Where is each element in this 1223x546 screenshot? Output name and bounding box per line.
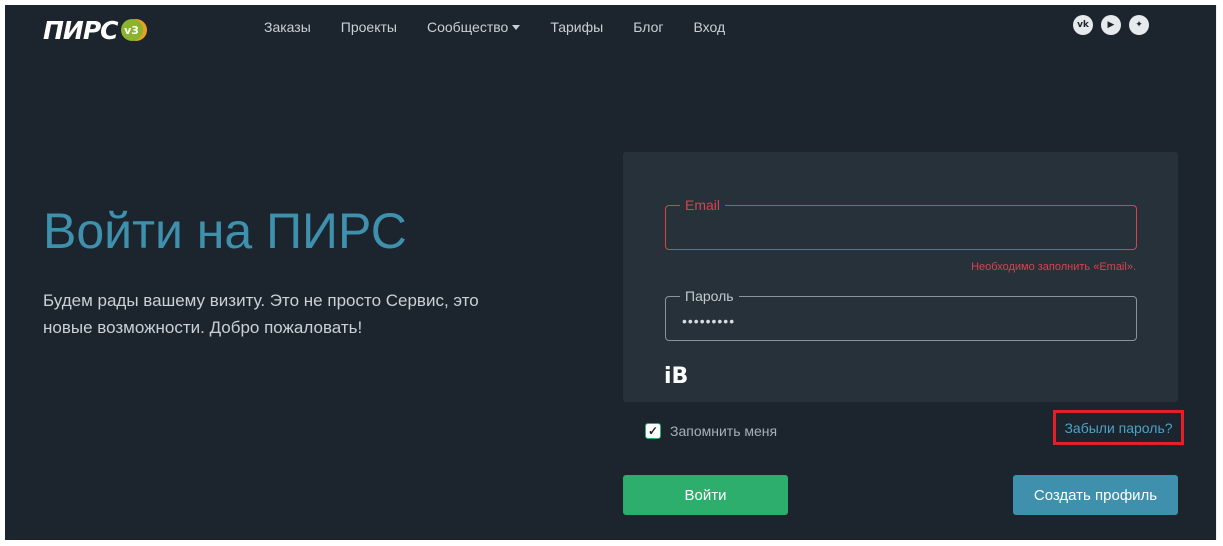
password-value: ••••••••• bbox=[682, 313, 736, 329]
remember-checkbox[interactable]: ✓ bbox=[645, 423, 661, 439]
vk-icon[interactable]: vk bbox=[1073, 15, 1093, 35]
page-title: Войти на ПИРС bbox=[43, 203, 407, 259]
site-logo[interactable]: ПИРС v3 bbox=[43, 15, 143, 45]
email-field[interactable]: Email bbox=[665, 197, 1137, 250]
zen-icon[interactable]: ✦ bbox=[1129, 15, 1149, 35]
chevron-down-icon bbox=[512, 24, 521, 30]
checkmark-icon: ✓ bbox=[647, 424, 659, 438]
version-badge-label: v3 bbox=[124, 23, 139, 37]
email-label: Email bbox=[680, 197, 726, 213]
create-profile-button[interactable]: Создать профиль bbox=[1013, 475, 1178, 515]
password-field[interactable]: Пароль ••••••••• bbox=[665, 288, 1137, 341]
nav-item-orders[interactable]: Заказы bbox=[264, 19, 311, 35]
captcha-logo: iB bbox=[664, 364, 689, 389]
remember-me[interactable]: ✓ Запомнить меня bbox=[645, 423, 777, 439]
logo-text: ПИРС bbox=[43, 15, 119, 45]
nav-item-blog[interactable]: Блог bbox=[633, 19, 663, 35]
password-label: Пароль bbox=[680, 288, 739, 304]
forgot-password-link[interactable]: Забыли пароль? bbox=[1064, 420, 1172, 436]
version-badge: v3 bbox=[120, 19, 143, 41]
nav-item-tariffs[interactable]: Тарифы bbox=[550, 19, 603, 35]
page-subtitle: Будем рады вашему визиту. Это не просто … bbox=[43, 291, 479, 337]
remember-label: Запомнить меня bbox=[670, 423, 778, 439]
email-error-message: Необходимо заполнить «Email». bbox=[971, 261, 1136, 273]
nav-item-login[interactable]: Вход bbox=[693, 19, 725, 35]
nav-item-projects[interactable]: Проекты bbox=[341, 19, 397, 35]
login-panel: Email Необходимо заполнить «Email». Паро… bbox=[623, 152, 1178, 402]
youtube-icon[interactable]: ▶ bbox=[1101, 15, 1121, 35]
social-links: vk ▶ ✦ bbox=[1073, 15, 1149, 35]
main-nav: Заказы Проекты Сообщество Тарифы Блог Вх… bbox=[264, 19, 755, 35]
login-button[interactable]: Войти bbox=[623, 475, 788, 515]
forgot-password-highlight: Забыли пароль? bbox=[1053, 410, 1184, 445]
nav-item-community[interactable]: Сообщество bbox=[427, 19, 521, 35]
